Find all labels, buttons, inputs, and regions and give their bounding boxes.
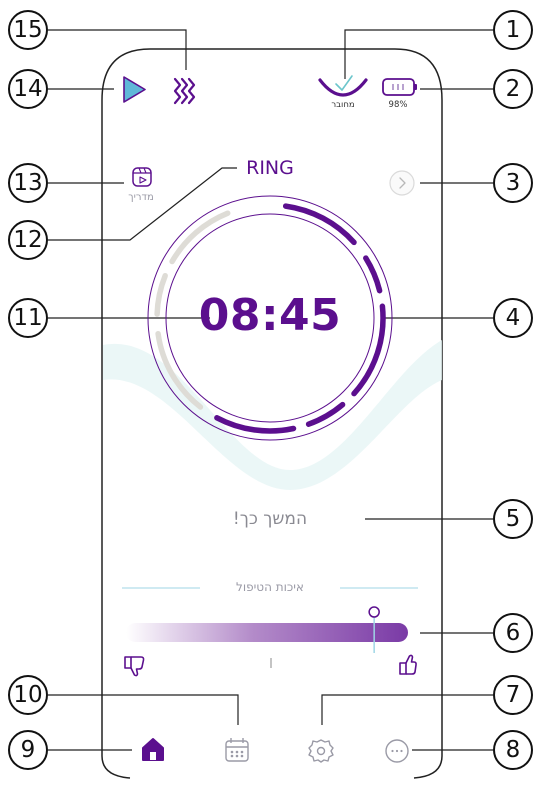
next-chevron-button[interactable] bbox=[389, 170, 415, 196]
annotated-screen: מחובר 98% מדריך RING 08:45 המשך כך! איכו… bbox=[0, 0, 535, 786]
ring-arc-segment bbox=[363, 255, 383, 294]
ring-arc-segment bbox=[154, 272, 168, 317]
callout-12: 12 bbox=[8, 220, 48, 260]
background-wave bbox=[103, 340, 442, 490]
callout-3: 3 bbox=[493, 163, 533, 203]
callout-11: 11 bbox=[8, 298, 48, 338]
callout-5: 5 bbox=[493, 499, 533, 539]
callout-6: 6 bbox=[493, 613, 533, 653]
vibration-waves-icon[interactable] bbox=[173, 77, 196, 105]
callout-9: 9 bbox=[8, 730, 48, 770]
callout-8: 8 bbox=[493, 730, 533, 770]
play-icon[interactable] bbox=[123, 76, 146, 103]
callout-10: 10 bbox=[8, 675, 48, 715]
connection-status-label: מחובר bbox=[331, 100, 355, 110]
connection-status-icon bbox=[318, 75, 368, 97]
encouragement-message: המשך כך! bbox=[232, 509, 308, 529]
timer-display: 08:45 bbox=[198, 290, 342, 341]
ring-arc-segment bbox=[169, 210, 231, 265]
nav-home-icon[interactable] bbox=[142, 738, 164, 761]
battery-percentage: 98% bbox=[388, 100, 408, 110]
ring-label: RING bbox=[246, 157, 294, 179]
nav-calendar-icon[interactable] bbox=[225, 738, 249, 762]
guide-label[interactable]: מדריך bbox=[116, 192, 166, 203]
callout-4: 4 bbox=[493, 298, 533, 338]
callout-7: 7 bbox=[493, 675, 533, 715]
treatment-quality-title: איכות הטיפול bbox=[200, 580, 340, 594]
phone-illustration bbox=[48, 29, 493, 779]
callout-13: 13 bbox=[8, 163, 48, 203]
battery-icon bbox=[382, 78, 417, 96]
ring-arc-segment bbox=[214, 415, 297, 434]
thumbs-down-icon[interactable] bbox=[124, 656, 145, 677]
nav-more-icon[interactable] bbox=[385, 739, 409, 763]
ring-arc-segment bbox=[305, 401, 346, 427]
ring-arc-segment bbox=[282, 203, 357, 246]
callout-1: 1 bbox=[493, 10, 533, 50]
callout-2: 2 bbox=[493, 69, 533, 109]
nav-settings-gear-icon[interactable] bbox=[308, 739, 334, 763]
callout-14: 14 bbox=[8, 69, 48, 109]
callout-15: 15 bbox=[8, 10, 48, 50]
guide-video-icon[interactable] bbox=[132, 167, 152, 187]
thumbs-up-icon[interactable] bbox=[399, 654, 417, 675]
quality-bar bbox=[126, 623, 408, 642]
